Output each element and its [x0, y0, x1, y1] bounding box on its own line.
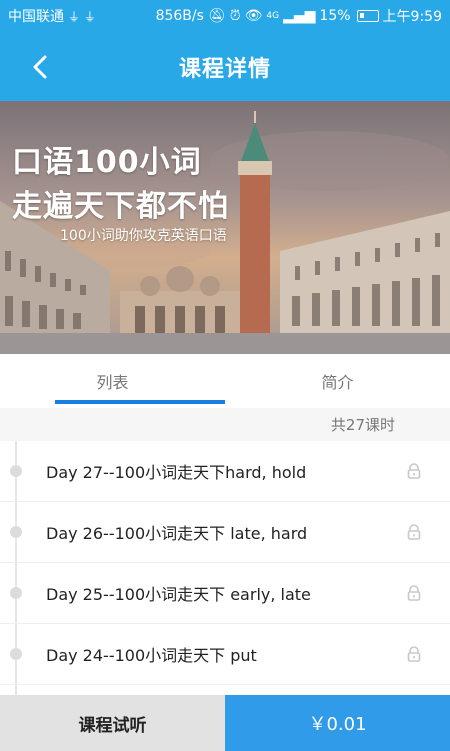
- trial-listen-button[interactable]: 课程试听: [0, 695, 225, 751]
- status-left: 中国联通 ⏚ ⏚: [8, 6, 96, 26]
- mute-icon: 🔕︎: [207, 8, 226, 24]
- app-bar: 课程详情: [0, 32, 450, 101]
- lock-icon: [407, 524, 421, 540]
- timeline-dot: [10, 587, 22, 599]
- lesson-title: Day 24--100小词走天下 put: [46, 646, 257, 665]
- lesson-count-bar: 共27课时: [0, 408, 450, 441]
- lesson-item[interactable]: Day 25--100小词走天下 early, late: [0, 563, 450, 624]
- carrier-name: 中国联通: [8, 9, 64, 25]
- bottom-action-bar: 课程试听 ￥0.01: [0, 695, 450, 751]
- status-right: 856B/s 🔕︎ ⏰︎ 👁︎ 4G ▂▄▆ 15% 上午9:59: [156, 6, 442, 26]
- battery-icon: [356, 10, 379, 22]
- lesson-list: Day 27--100小词走天下hard, hold Day 26--100小词…: [0, 441, 450, 695]
- back-button[interactable]: [20, 47, 60, 87]
- lesson-item[interactable]: Day 26--100小词走天下 late, hard: [0, 502, 450, 563]
- tab-bar: 列表 简介: [0, 354, 450, 408]
- alarm-icon: ⏰︎: [229, 8, 241, 24]
- tab-active-indicator: [55, 400, 225, 404]
- eye-icon: 👁︎: [244, 8, 263, 24]
- usb-icon: ⏚ ⏚: [68, 9, 96, 24]
- lesson-item[interactable]: Day 24--100小词走天下 put: [0, 624, 450, 685]
- tab-list[interactable]: 列表: [0, 354, 225, 408]
- tab-intro-label: 简介: [321, 373, 354, 392]
- timeline-dot: [10, 465, 22, 477]
- chevron-left-icon: [33, 55, 47, 79]
- buy-button[interactable]: ￥0.01: [225, 695, 450, 751]
- lesson-count: 共27课时: [330, 416, 395, 434]
- course-banner: 口语100小词 走遍天下都不怕 100小词助你攻克英语口语: [0, 101, 450, 354]
- status-bar: 中国联通 ⏚ ⏚ 856B/s 🔕︎ ⏰︎ 👁︎ 4G ▂▄▆ 15% 上午9:…: [0, 0, 450, 32]
- tab-list-label: 列表: [96, 373, 129, 392]
- lock-icon: [407, 585, 421, 601]
- lock-icon: [407, 463, 421, 479]
- banner-title-line2: 走遍天下都不怕: [12, 189, 229, 224]
- signal-icon: 4G: [266, 11, 280, 21]
- signal-bars-icon: ▂▄▆: [283, 8, 316, 24]
- clock: 上午9:59: [382, 9, 442, 25]
- battery-percent: 15%: [319, 8, 351, 24]
- lesson-title: Day 25--100小词走天下 early, late: [46, 585, 311, 604]
- lock-icon: [407, 646, 421, 662]
- lesson-title: Day 27--100小词走天下hard, hold: [46, 463, 307, 482]
- banner-title-line1: 口语100小词: [12, 145, 202, 180]
- banner-subtitle: 100小词助你攻克英语口语: [60, 228, 227, 244]
- lesson-title: Day 26--100小词走天下 late, hard: [46, 524, 308, 543]
- timeline-dot: [10, 526, 22, 538]
- lesson-item[interactable]: Day 27--100小词走天下hard, hold: [0, 441, 450, 502]
- network-speed: 856B/s: [155, 8, 204, 24]
- tab-intro[interactable]: 简介: [225, 354, 450, 408]
- timeline-dot: [10, 648, 22, 660]
- page-title: 课程详情: [178, 56, 271, 82]
